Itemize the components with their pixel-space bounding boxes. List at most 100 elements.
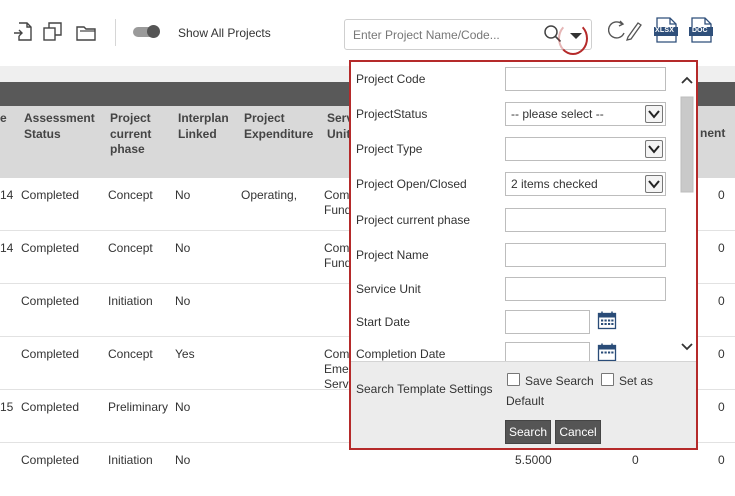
cell-assessment-status: Completed (21, 453, 80, 467)
cell-assessment-status: Completed (21, 347, 80, 361)
header-line: Project (110, 111, 151, 125)
search-button[interactable]: Search (505, 420, 551, 444)
cell-assessment-status: Completed (21, 188, 80, 202)
header-line: Interplan (178, 111, 229, 125)
field-project-open-closed: Project Open/Closed 2 items checked (351, 172, 681, 198)
calendar-icon[interactable] (597, 310, 617, 330)
cell-value: 0 (632, 453, 639, 467)
column-header-partial[interactable]: e (0, 111, 7, 127)
header-line: Unit (327, 126, 351, 141)
cell-interplan-linked: No (175, 188, 191, 202)
default-label: Default (506, 394, 545, 408)
chevron-down-icon (645, 105, 663, 123)
cell-current-phase: Preliminary (108, 400, 169, 414)
field-service-unit: Service Unit (351, 277, 681, 303)
copy-icon[interactable] (42, 20, 64, 44)
header-line: phase (110, 142, 145, 156)
set-as-default-checkbox[interactable] (601, 373, 614, 386)
field-project-type: Project Type (351, 137, 681, 163)
start-date-input[interactable] (505, 310, 590, 334)
cell-service-unit-line2: Fund (324, 203, 352, 217)
field-project-code: Project Code (351, 67, 681, 93)
table-row[interactable]: Completed Initiation No 5.5000 0 0 (0, 443, 735, 496)
show-all-projects-label: Show All Projects (178, 26, 271, 40)
cell-service-unit-line2: Eme (324, 362, 349, 376)
doc-label: DOC (692, 27, 708, 34)
calendar-icon[interactable] (597, 342, 617, 362)
column-header-partial-right[interactable]: nent (700, 126, 725, 142)
cell-service-unit-line2: Fund (324, 256, 352, 270)
cell-current-phase: Initiation (108, 294, 153, 308)
cell-service-unit: Com (324, 347, 350, 361)
cell-partial: 14 (0, 241, 14, 255)
project-type-label: Project Type (356, 142, 423, 156)
cell-last: 0 (718, 188, 725, 202)
cell-current-phase: Concept (108, 241, 153, 255)
cell-current-phase: Concept (108, 347, 153, 361)
header-line: Assessment (24, 111, 95, 125)
field-start-date: Start Date (351, 310, 681, 336)
cell-project-expenditure: Operating, (241, 188, 298, 202)
chevron-down-icon (645, 140, 663, 158)
column-header-interplan-linked[interactable]: Interplan Linked (178, 111, 229, 142)
project-code-label: Project Code (356, 72, 426, 86)
export-doc-icon[interactable]: DOC (689, 17, 713, 43)
cell-last: 0 (718, 400, 725, 414)
cell-interplan-linked: No (175, 400, 191, 414)
project-open-closed-label: Project Open/Closed (356, 177, 467, 191)
header-line: current (110, 126, 152, 141)
project-search-box (344, 19, 592, 50)
project-name-input[interactable] (505, 243, 666, 267)
project-code-input[interactable] (505, 67, 666, 91)
cell-assessment-status: Completed (21, 400, 80, 414)
cell-value: 5.5000 (515, 453, 552, 467)
header-line: Linked (178, 126, 217, 141)
cell-current-phase: Concept (108, 188, 153, 202)
column-header-project-expenditure[interactable]: Project Expenditure (244, 111, 313, 142)
header-line: Project (244, 111, 285, 125)
cell-assessment-status: Completed (21, 294, 80, 308)
search-template-settings-label: Search Template Settings (356, 382, 493, 396)
show-all-projects-toggle[interactable] (133, 25, 160, 38)
project-open-closed-value: 2 items checked (511, 177, 598, 191)
header-line: Expenditure (244, 126, 314, 141)
save-search-checkbox[interactable] (507, 373, 520, 386)
service-unit-label: Service Unit (356, 282, 421, 296)
save-search-label: Save Search (525, 374, 594, 388)
cancel-button[interactable]: Cancel (555, 420, 601, 444)
cell-last: 0 (718, 241, 725, 255)
cell-interplan-linked: Yes (175, 347, 195, 361)
folder-icon[interactable] (75, 20, 97, 44)
export-xlsx-icon[interactable]: XLSX (654, 17, 678, 43)
refresh-edit-icon[interactable] (607, 18, 642, 42)
project-open-closed-select[interactable]: 2 items checked (505, 172, 666, 196)
cell-interplan-linked: No (175, 453, 191, 467)
toolbar: Show All Projects XLSX DOC (0, 0, 735, 66)
column-header-assessment-status[interactable]: Assessment Status (24, 111, 95, 142)
highlight-circle (558, 22, 588, 55)
cell-partial: 14 (0, 188, 14, 202)
panel-scrollbar[interactable] (679, 72, 695, 357)
project-search-input[interactable] (345, 20, 543, 49)
current-phase-input[interactable] (505, 208, 666, 232)
xlsx-label: XLSX (655, 27, 675, 34)
chevron-down-icon (645, 175, 663, 193)
service-unit-input[interactable] (505, 277, 666, 301)
toggle-knob (147, 25, 160, 38)
cell-current-phase: Initiation (108, 453, 153, 467)
field-project-name: Project Name (351, 243, 681, 269)
cell-last: 0 (718, 347, 725, 361)
cell-assessment-status: Completed (21, 241, 80, 255)
cell-service-unit: Com (324, 241, 350, 255)
import-file-icon[interactable] (12, 20, 34, 44)
project-status-select[interactable]: -- please select -- (505, 102, 666, 126)
field-current-phase: Project current phase (351, 208, 681, 234)
project-name-label: Project Name (356, 248, 429, 262)
project-type-select[interactable] (505, 137, 666, 161)
column-header-current-phase[interactable]: Project current phase (110, 111, 151, 158)
set-as-label: Set as (619, 374, 654, 388)
search-template-footer: Search Template Settings Save Search Set… (351, 361, 696, 448)
cell-interplan-linked: No (175, 294, 191, 308)
cell-last: 0 (718, 294, 725, 308)
cell-partial: 15 (0, 400, 14, 414)
